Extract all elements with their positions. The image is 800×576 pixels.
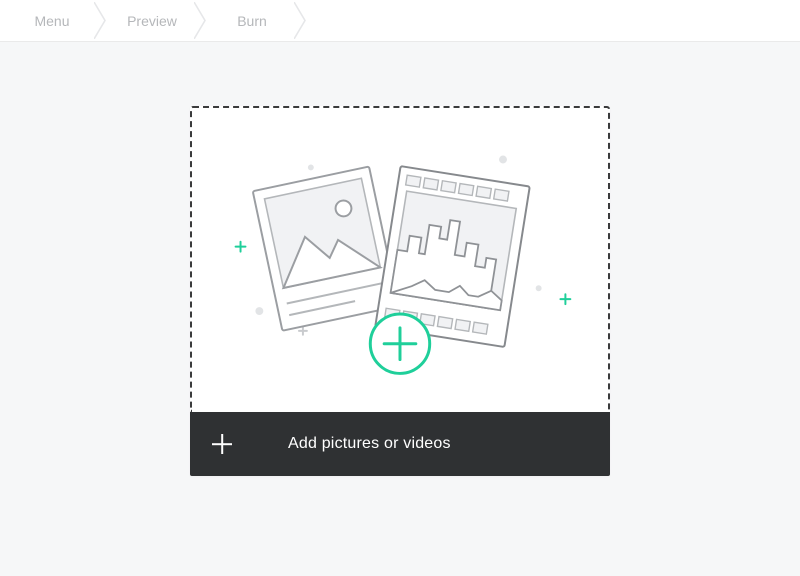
tab-separator-icon <box>194 2 206 39</box>
add-circle-icon <box>370 314 429 373</box>
workspace: Add pictures or videos <box>0 42 800 476</box>
tab-menu[interactable]: Menu <box>6 0 106 41</box>
drop-zone[interactable] <box>190 106 610 412</box>
tab-label: Burn <box>237 13 267 29</box>
tab-separator-icon <box>94 2 106 39</box>
tab-burn[interactable]: Burn <box>206 0 306 41</box>
add-media-button[interactable]: Add pictures or videos <box>190 412 610 476</box>
tab-label: Preview <box>127 13 177 29</box>
media-illustration-icon <box>192 108 608 411</box>
tab-bar: Menu Preview Burn <box>0 0 800 42</box>
tab-separator-icon <box>294 2 306 39</box>
tab-label: Menu <box>34 13 69 29</box>
tab-preview[interactable]: Preview <box>106 0 206 41</box>
drop-card: Add pictures or videos <box>190 106 610 476</box>
add-media-label: Add pictures or videos <box>288 435 451 453</box>
plus-icon <box>212 434 232 454</box>
